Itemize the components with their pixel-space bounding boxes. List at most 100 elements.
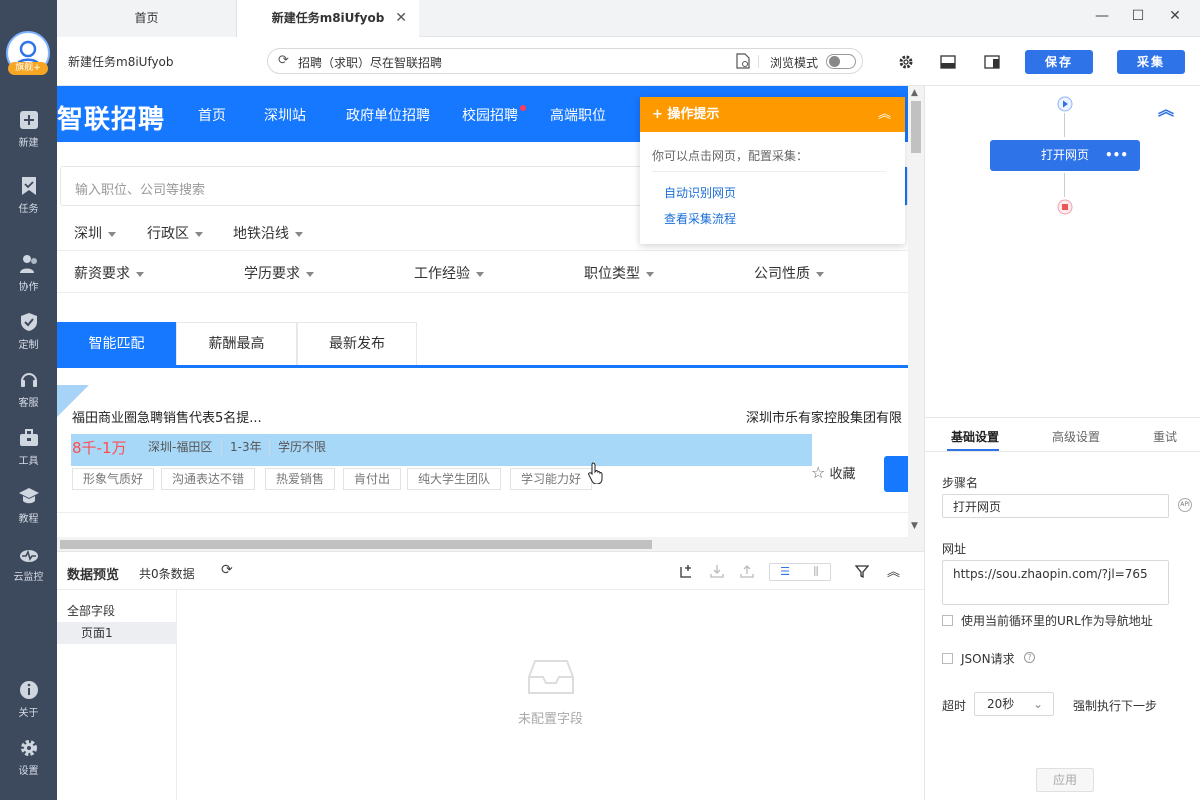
tab-retry[interactable]: 重试: [1153, 428, 1177, 445]
browse-mode-toggle[interactable]: [826, 54, 856, 69]
popup-header[interactable]: + 操作提示 ︽: [640, 97, 905, 132]
sidebar-item-label: 云监控: [13, 572, 44, 583]
gear-icon[interactable]: [898, 54, 914, 70]
auto-detect-link[interactable]: 自动识别网页: [664, 184, 736, 201]
chevron-down-icon: [295, 231, 303, 237]
sidebar-item-cloud-monitor[interactable]: 云监控: [0, 544, 57, 583]
collect-button[interactable]: 采集: [1117, 50, 1185, 74]
empty-label: 未配置字段: [517, 712, 583, 727]
layout-bottom-icon[interactable]: [940, 54, 956, 70]
flow-canvas[interactable]: 打开网页 ••• ︽: [925, 86, 1200, 418]
maximize-button[interactable]: ☐: [1120, 0, 1156, 32]
add-field-icon[interactable]: [679, 564, 693, 578]
layout-right-icon[interactable]: [984, 54, 1000, 70]
url-textarea[interactable]: https://sou.zhaopin.com/?jl=765: [942, 560, 1169, 605]
start-icon: [1057, 96, 1073, 112]
filter-district[interactable]: 行政区: [147, 223, 203, 243]
collapse-icon[interactable]: ︽: [1158, 96, 1174, 120]
tab-latest[interactable]: 最新发布: [297, 322, 417, 365]
data-preview-panel: 数据预览 共0条数据 ⟳ ☰ ⫼ ︽ 全部字段 页面1 未配置字段: [57, 551, 924, 800]
filter-salary[interactable]: 薪资要求: [74, 263, 144, 283]
filter-city[interactable]: 深圳: [74, 223, 116, 243]
data-preview-title: 数据预览: [67, 568, 120, 583]
force-next-label: 强制执行下一步: [1073, 699, 1158, 713]
job-education: 学历不限: [269, 438, 334, 456]
filter-education[interactable]: 学历要求: [244, 263, 314, 283]
loop-url-checkbox[interactable]: [942, 615, 953, 626]
sidebar-item-support[interactable]: 客服: [0, 370, 57, 409]
tab-underline: [57, 365, 908, 368]
company-name[interactable]: 深圳市乐有家控股集团有限: [746, 407, 902, 426]
tab-smart-match[interactable]: 智能匹配: [57, 322, 176, 365]
sidebar-item-tasks[interactable]: 任务: [0, 176, 57, 215]
reload-icon[interactable]: ⟳: [278, 53, 289, 68]
page1-item[interactable]: 页面1: [57, 622, 177, 644]
tab-advanced-settings[interactable]: 高级设置: [1052, 428, 1100, 445]
tab-new-task[interactable]: 新建任务m8iUfyob ✕: [237, 0, 419, 37]
sidebar-item-tutorial[interactable]: 教程: [0, 486, 57, 525]
column-view-icon[interactable]: ⫼: [801, 564, 831, 580]
save-button[interactable]: 保存: [1025, 50, 1093, 74]
collapse-icon[interactable]: ︽: [887, 561, 900, 580]
timeout-select[interactable]: 20秒 ⌄: [974, 692, 1054, 716]
all-fields-item[interactable]: 全部字段: [67, 602, 115, 619]
site-nav-item[interactable]: 深圳站: [264, 105, 306, 125]
sidebar-item-about[interactable]: 关于: [0, 680, 57, 719]
site-nav-item[interactable]: 校园招聘: [462, 105, 518, 125]
filter-icon[interactable]: [855, 564, 869, 578]
chevron-down-icon: [476, 271, 484, 277]
page-settings-icon[interactable]: [736, 53, 750, 69]
window-close-button[interactable]: ✕: [1157, 0, 1193, 32]
flow-node-open-page[interactable]: 打开网页 •••: [990, 140, 1140, 171]
export-icon[interactable]: [740, 564, 754, 578]
chevron-down-icon: [136, 271, 144, 277]
minimize-button[interactable]: —: [1084, 0, 1120, 32]
sidebar-item-custom[interactable]: 定制: [0, 312, 57, 351]
filter-experience[interactable]: 工作经验: [414, 263, 484, 283]
apply-button[interactable]: 应用: [1036, 768, 1094, 792]
scroll-thumb[interactable]: [60, 540, 652, 549]
step-name-label: 步骤名: [942, 476, 979, 490]
refresh-icon[interactable]: ⟳: [221, 562, 233, 578]
sidebar-item-settings[interactable]: 设置: [0, 738, 57, 777]
filter-subway[interactable]: 地铁沿线: [233, 223, 303, 243]
site-logo[interactable]: 智联招聘: [57, 99, 165, 136]
favorite-button[interactable]: ☆ 收藏: [811, 463, 856, 482]
json-request-checkbox[interactable]: [942, 653, 953, 664]
more-icon[interactable]: •••: [1105, 140, 1128, 171]
sidebar-item-tools[interactable]: 工具: [0, 428, 57, 467]
import-icon[interactable]: [710, 564, 724, 578]
sidebar-item-collab[interactable]: 协作: [0, 254, 57, 293]
tab-underline: [947, 449, 999, 451]
site-nav-item[interactable]: 政府单位招聘: [346, 105, 430, 125]
url-text: 招聘（求职）尽在智联招聘: [298, 56, 443, 70]
horizontal-scrollbar[interactable]: [57, 537, 908, 551]
collapse-icon[interactable]: ︽: [878, 97, 891, 132]
field-list: 全部字段 页面1: [57, 590, 177, 800]
site-nav-item[interactable]: 高端职位: [550, 105, 606, 125]
sidebar-item-new[interactable]: 新建: [0, 110, 57, 149]
close-icon[interactable]: ✕: [395, 0, 407, 37]
filter-label: 职位类型: [584, 266, 640, 282]
tab-highest-pay[interactable]: 薪酬最高: [176, 322, 297, 365]
job-tag: 热爱销售: [265, 468, 336, 490]
scroll-thumb[interactable]: [911, 101, 921, 153]
url-bar[interactable]: ⟳ 招聘（求职）尽在智联招聘 浏览模式: [267, 48, 863, 74]
view-flow-link[interactable]: 查看采集流程: [664, 210, 736, 227]
filter-job-type[interactable]: 职位类型: [584, 263, 654, 283]
site-nav-item[interactable]: 首页: [198, 105, 226, 125]
tab-basic-settings[interactable]: 基础设置: [951, 428, 999, 445]
job-title[interactable]: 福田商业圈急聘销售代表5名提...: [72, 407, 262, 426]
filter-company-type[interactable]: 公司性质: [754, 263, 824, 283]
apply-button[interactable]: [884, 456, 908, 492]
scroll-down-icon[interactable]: ▼: [911, 521, 918, 531]
step-name-input[interactable]: 打开网页: [942, 494, 1169, 518]
tab-home[interactable]: 首页: [57, 0, 237, 37]
vertical-scrollbar[interactable]: ▲ ▼: [908, 86, 924, 551]
plus-icon: [19, 111, 38, 129]
list-view-icon[interactable]: ☰: [770, 564, 800, 580]
help-icon[interactable]: ?: [1024, 652, 1035, 663]
chevron-down-icon: [816, 271, 824, 277]
scroll-up-icon[interactable]: ▲: [911, 88, 918, 98]
api-icon[interactable]: API: [1178, 498, 1192, 512]
